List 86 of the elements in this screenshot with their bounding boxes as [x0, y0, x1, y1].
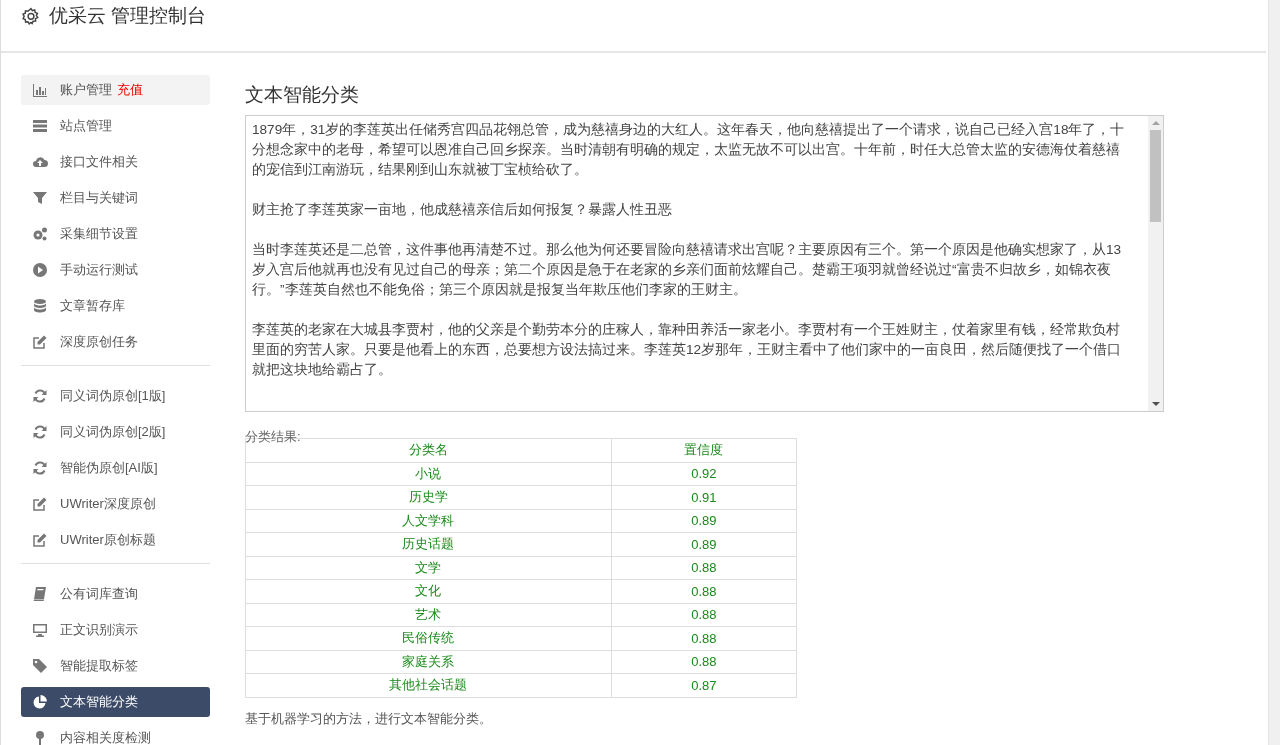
- sidebar-item[interactable]: 同义词伪原创[2版]: [21, 417, 210, 447]
- refresh-icon: [32, 424, 48, 440]
- sidebar-item-label: 文本智能分类: [60, 693, 138, 711]
- monitor-icon: [32, 622, 48, 638]
- sidebar-item[interactable]: 同义词伪原创[1版]: [21, 381, 210, 411]
- table-cell: 0.89: [611, 509, 797, 533]
- sidebar-item-label: 内容相关度检测: [60, 729, 151, 745]
- sidebar-item-label: 账户管理: [60, 81, 112, 99]
- sidebar-item-label: 采集细节设置: [60, 225, 138, 243]
- table-cell: 文化: [245, 579, 612, 603]
- sidebar-item-label: 智能提取标签: [60, 657, 138, 675]
- sidebar-item[interactable]: 手动运行测试: [21, 255, 210, 285]
- sidebar-item-label: 智能伪原创[AI版]: [60, 459, 158, 477]
- filter-icon: [32, 190, 48, 206]
- sidebar-item[interactable]: 栏目与关键词: [21, 183, 210, 213]
- table-cell: 0.91: [611, 485, 797, 509]
- table-cell: 小说: [245, 462, 612, 486]
- edit-icon: [32, 496, 48, 512]
- table-cell: 0.87: [611, 673, 797, 697]
- sidebar-item[interactable]: 文章暂存库: [21, 291, 210, 321]
- sidebar-item-label: 同义词伪原创[1版]: [60, 387, 166, 405]
- server-icon: [32, 118, 48, 134]
- sidebar-item-label: UWriter原创标题: [60, 531, 156, 549]
- table-cell: 历史学: [245, 485, 612, 509]
- sidebar-item[interactable]: 智能伪原创[AI版]: [21, 453, 210, 483]
- table-cell: 0.88: [611, 626, 797, 650]
- sidebar-item-label: 深度原创任务: [60, 333, 138, 351]
- refresh-icon: [32, 388, 48, 404]
- text-input[interactable]: [245, 115, 1164, 412]
- play-icon: [32, 262, 48, 278]
- page-title: 文本智能分类: [245, 83, 360, 107]
- description-text: 基于机器学习的方法，进行文本智能分类。: [245, 709, 493, 728]
- sidebar-item[interactable]: 智能提取标签: [21, 651, 210, 681]
- paragraph: 财主抢了李莲英家一亩地，他成慈禧亲信后如何报复？暴露人性丑恶: [252, 201, 673, 219]
- table-cell: 0.89: [611, 532, 797, 556]
- table-cell: 0.88: [611, 650, 797, 674]
- sidebar-item-label: 同义词伪原创[2版]: [60, 423, 166, 441]
- paragraph: 1879年，31岁的李莲英出任储秀宫四品花翎总管，成为慈禧身边的大红人。这年春天，他向慈禧提出了一个请求，说自己已经入宫18年了，十分想念家中的老母，希望可以恩准自己回乡探亲。当时清朝有明确的规定，太监无故不可以出宫。十年前，时任大总管太监的安德海仗着慈禧的宠信到江南游玩，结果刚到山东就被丁宝桢给砍了。: [252, 121, 1126, 179]
- sidebar-item-label: 栏目与关键词: [60, 189, 138, 207]
- paragraph: 当时李莲英还是二总管，这件事他再清楚不过。那么他为何还要冒险向慈禧请求出宫呢？主要原因有三个。第一个原因是他确实想家了，从13岁入宫后他就再也没有见过自己的母亲；第二个原因是急于在老家的乡亲们面前炫耀自己。楚霸王项羽就曾经说过“富贵不归故乡，如锦衣夜行。”李莲英自然也不能免俗；第三个原因就是报复当年欺压他们李家的王财主。: [252, 241, 1123, 299]
- sidebar-item[interactable]: 采集细节设置: [21, 219, 210, 249]
- sidebar-item-label: UWriter深度原创: [60, 495, 156, 513]
- sidebar-item-label: 文章暂存库: [60, 297, 125, 315]
- sidebar-item[interactable]: UWriter原创标题: [21, 525, 210, 555]
- edit-icon: [32, 334, 48, 350]
- table-cell: 其他社会话题: [245, 673, 612, 697]
- table-cell: 0.92: [611, 462, 797, 486]
- bar-chart-icon: [32, 82, 48, 98]
- table-cell: 0.88: [611, 556, 797, 580]
- table-cell: 人文学科: [245, 509, 612, 533]
- app-title: 优采云 管理控制台: [49, 4, 207, 28]
- table-cell: 历史话题: [245, 532, 612, 556]
- refresh-icon: [32, 460, 48, 476]
- pie-chart-icon: [32, 694, 48, 710]
- sidebar-item[interactable]: 站点管理: [21, 111, 210, 141]
- sidebar-item[interactable]: 内容相关度检测: [21, 723, 210, 745]
- scrollbar[interactable]: [1268, 0, 1280, 745]
- book-icon: [32, 586, 48, 602]
- sidebar-item[interactable]: UWriter深度原创: [21, 489, 210, 519]
- sidebar-item-label: 站点管理: [60, 117, 112, 135]
- sidebar-item-label: 手动运行测试: [60, 261, 138, 279]
- recharge-link[interactable]: 充值: [117, 81, 143, 99]
- sidebar-item[interactable]: 接口文件相关: [21, 147, 210, 177]
- sidebar-item-label: 公有词库查询: [60, 585, 138, 603]
- sidebar-item[interactable]: 公有词库查询: [21, 579, 210, 609]
- table-cell: 0.88: [611, 603, 797, 627]
- edit-icon: [32, 532, 48, 548]
- sidebar-item-label: 正文识别演示: [60, 621, 138, 639]
- tag-icon: [32, 658, 48, 674]
- sidebar-item-label: 接口文件相关: [60, 153, 138, 171]
- table-cell: 0.88: [611, 579, 797, 603]
- table-cell: 家庭关系: [245, 650, 612, 674]
- table-cell: 文学: [245, 556, 612, 580]
- cloud-upload-icon: [32, 154, 48, 170]
- paragraph: 李莲英的老家在大城县李贾村，他的父亲是个勤劳本分的庄稼人，靠种田养活一家老小。李贾村有一个王姓财主，仗着家里有钱，经常欺负村里面的穷苦人家。只要是他看上的东西，总要想方设法搞过来。李莲英12岁那年，王财主看中了他们家中的一亩良田，然后随便找了一个借口就把这块地给霸占了。: [252, 321, 1123, 379]
- table-cell: 民俗传统: [245, 626, 612, 650]
- settings-icon: [22, 7, 40, 25]
- database-icon: [32, 298, 48, 314]
- sidebar-item[interactable]: 深度原创任务: [21, 327, 210, 357]
- scrollbar[interactable]: [1148, 116, 1163, 411]
- table-cell: 艺术: [245, 603, 612, 627]
- gears-icon: [32, 226, 48, 242]
- sidebar-item[interactable]: 正文识别演示: [21, 615, 210, 645]
- column-header: 置信度: [611, 438, 797, 462]
- sidebar-item[interactable]: 文本智能分类: [21, 687, 210, 717]
- sidebar-item[interactable]: 账户管理 充值: [21, 75, 210, 105]
